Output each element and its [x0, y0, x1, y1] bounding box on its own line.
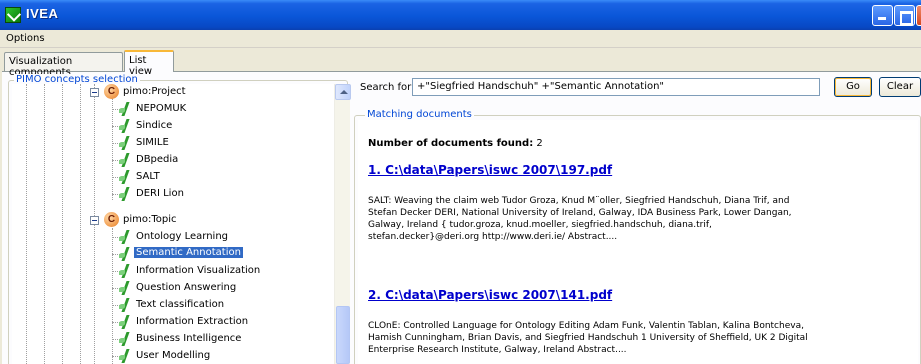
app-icon	[5, 7, 21, 23]
tree-leaf[interactable]: Information Visualization	[12, 263, 334, 279]
documents-found: Number of documents found: 2	[368, 138, 543, 149]
tree-leaf-label: Text classification	[136, 299, 225, 310]
tree-leaf-label: Information Extraction	[136, 316, 249, 327]
tree-leaf[interactable]: Text classification	[12, 297, 334, 313]
instance-icon	[118, 247, 132, 261]
tree-leaf-label: User Modelling	[136, 350, 211, 361]
documents-found-count: 2	[536, 138, 543, 149]
tree-leaf[interactable]: Business Intelligence	[12, 331, 334, 347]
tree-leaf[interactable]: User Modelling	[12, 348, 334, 364]
search-label: Search for	[360, 82, 412, 93]
tree-node-topic[interactable]: C pimo:Topic	[12, 212, 334, 228]
tree-leaf-label: Sindice	[136, 120, 173, 131]
menu-options[interactable]: Options	[6, 33, 45, 44]
tree-node-label: pimo:Project	[123, 86, 186, 97]
results-group-label: Matching documents	[365, 109, 474, 120]
collapse-icon[interactable]	[90, 216, 99, 225]
tree-leaf[interactable]: Information Extraction	[12, 314, 334, 330]
title-bar: IVEA	[0, 0, 921, 30]
window-title: IVEA	[26, 6, 59, 21]
document-abstract: SALT: Weaving the claim web Tudor Groza,…	[368, 196, 792, 242]
go-button[interactable]: Go	[834, 77, 872, 97]
scroll-thumb[interactable]	[336, 306, 350, 364]
instance-icon	[118, 332, 132, 346]
collapse-icon[interactable]	[90, 88, 99, 97]
tree-leaf[interactable]: SIMILE	[12, 135, 334, 151]
instance-icon	[118, 281, 132, 295]
tree-leaf-label: DBpedia	[136, 154, 179, 165]
tree-leaf-label: Question Answering	[136, 282, 237, 293]
close-button[interactable]	[916, 5, 921, 26]
tree-leaf[interactable]: NEPOMUK	[12, 101, 334, 117]
tree-leaf-label: SALT	[136, 171, 160, 182]
tree-leaf[interactable]: DERI Lion	[12, 186, 334, 202]
tree-leaf[interactable]: DBpedia	[12, 152, 334, 168]
document-abstract: CLOnE: Controlled Language for Ontology …	[368, 321, 808, 355]
instance-icon	[118, 102, 132, 116]
tree-scrollbar[interactable]	[334, 84, 351, 364]
document-link[interactable]: 2. C:\data\Papers\iswc 2007\141.pdf	[368, 288, 612, 302]
document-link[interactable]: 1. C:\data\Papers\iswc 2007\197.pdf	[368, 163, 612, 177]
tree-leaf[interactable]: Sindice	[12, 118, 334, 134]
tree-leaf-label: Information Visualization	[136, 265, 261, 276]
tab-list-view[interactable]: List view	[124, 50, 174, 77]
tree-leaf-label: Ontology Learning	[136, 231, 229, 242]
tree-leaf-label: SIMILE	[136, 137, 169, 148]
instance-icon	[118, 264, 132, 278]
tree-leaf-label: NEPOMUK	[136, 103, 187, 114]
tree-node-label: pimo:Topic	[123, 214, 177, 225]
concepts-tree[interactable]: C pimo:Project NEPOMUK Sindice SIMILE DB…	[12, 84, 334, 364]
tree-leaf[interactable]: Question Answering	[12, 280, 334, 296]
tree-leaf-label: DERI Lion	[136, 188, 184, 199]
clear-button[interactable]: Clear	[879, 77, 921, 97]
tab-visualization-components[interactable]: Visualization components	[4, 52, 123, 78]
instance-icon	[118, 170, 132, 184]
instance-icon	[118, 153, 132, 167]
documents-found-label: Number of documents found:	[368, 138, 534, 149]
maximize-button[interactable]	[894, 5, 915, 26]
scroll-up-button[interactable]	[335, 84, 351, 100]
menu-bar: Options	[0, 30, 921, 48]
tree-node-project[interactable]: C pimo:Project	[12, 84, 334, 100]
minimize-button[interactable]	[872, 5, 893, 26]
instance-icon	[118, 349, 132, 363]
search-input[interactable]: +"Siegfried Handschuh" +"Semantic Annota…	[412, 78, 820, 96]
tree-leaf[interactable]: Ontology Learning	[12, 229, 334, 245]
tree-leaf[interactable]: SALT	[12, 169, 334, 185]
instance-icon	[118, 298, 132, 312]
instance-icon	[118, 315, 132, 329]
instance-icon	[118, 119, 132, 133]
instance-icon	[118, 136, 132, 150]
tree-leaf-label: Semantic Annotation	[134, 247, 243, 258]
tree-leaf-selected[interactable]: Semantic Annotation	[12, 246, 334, 262]
class-icon: C	[104, 212, 119, 227]
tree-leaf-label: Business Intelligence	[136, 333, 242, 344]
instance-icon	[118, 230, 132, 244]
instance-icon	[118, 187, 132, 201]
class-icon: C	[104, 84, 119, 99]
